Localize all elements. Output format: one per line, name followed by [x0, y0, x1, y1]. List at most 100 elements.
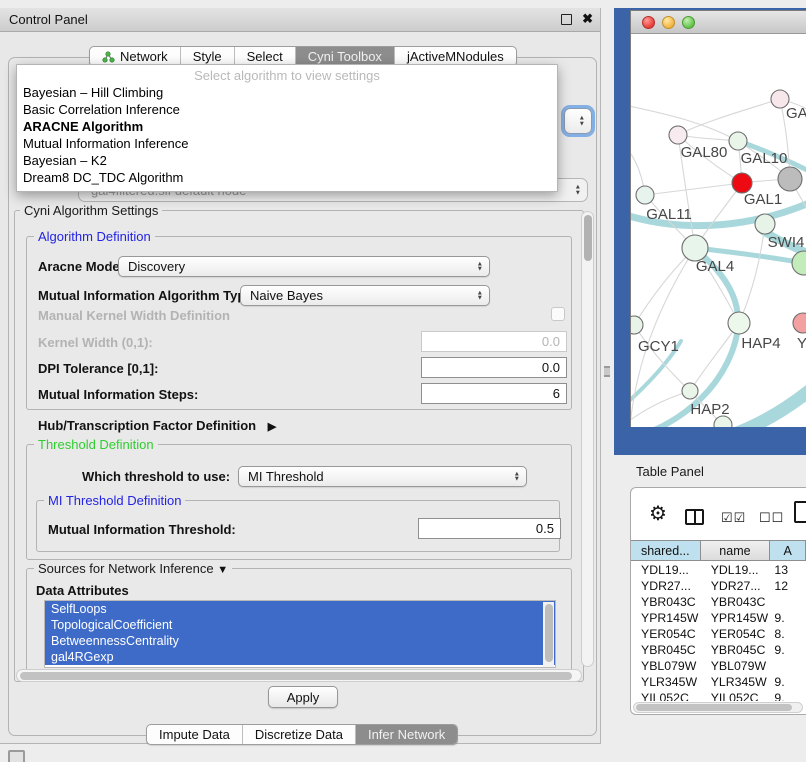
table-panel-title: Table Panel: [636, 464, 704, 479]
network-node[interactable]: [755, 214, 775, 234]
sources-title[interactable]: Sources for Network Inference ▼: [34, 561, 232, 576]
which-threshold-combobox[interactable]: MI Threshold ▲▼: [238, 466, 527, 487]
network-node[interactable]: [729, 132, 747, 150]
network-canvas[interactable]: GALGAL80GAL10GAL1GAL11SWI4GAL4GCY1HAP4YH…: [631, 34, 806, 427]
column-header-name[interactable]: name: [701, 541, 771, 560]
close-traffic-light[interactable]: [642, 16, 655, 29]
tab-infer-network[interactable]: Infer Network: [355, 725, 457, 744]
threshold-definition-title: Threshold Definition: [34, 437, 158, 452]
table-row[interactable]: YER054CYER054C8.: [631, 626, 806, 642]
gear-icon[interactable]: ⚙: [649, 504, 667, 524]
table-row[interactable]: YLR345WYLR345W9.: [631, 674, 806, 690]
network-node[interactable]: [669, 126, 687, 144]
close-icon[interactable]: ✖: [582, 11, 593, 27]
algorithm-dropdown-popup: Select algorithm to view settings Bayesi…: [16, 64, 558, 192]
table-cell: YLR345W: [631, 674, 701, 690]
table-header-row: shared... name A: [631, 540, 806, 561]
network-node-label: GAL11: [646, 206, 692, 223]
network-window-titlebar[interactable]: [631, 11, 806, 34]
table-horizontal-scrollbar[interactable]: [633, 702, 803, 713]
algorithm-definition-title: Algorithm Definition: [34, 229, 155, 244]
attribute-list-item[interactable]: gal4RGexp: [45, 649, 555, 665]
network-edge[interactable]: [634, 325, 690, 391]
table-cell: 12: [770, 578, 806, 594]
algorithm-option[interactable]: Dream8 DC_TDC Algorithm: [17, 169, 557, 186]
network-edge[interactable]: [645, 183, 742, 195]
table-row[interactable]: YDR27...YDR27...12: [631, 578, 806, 594]
table-cell: YDR27...: [631, 578, 701, 594]
attributes-scrollbar[interactable]: [543, 602, 554, 668]
table-row[interactable]: YIL052CYIL052C9.: [631, 690, 806, 701]
aracne-mode-label: Aracne Mode:: [38, 259, 124, 274]
algorithm-option[interactable]: Mutual Information Inference: [17, 135, 557, 152]
table-cell: YDR27...: [701, 578, 771, 594]
panel-splitter-grip[interactable]: [604, 366, 610, 377]
algorithm-option[interactable]: Bayesian – Hill Climbing: [17, 84, 557, 101]
document-icon[interactable]: [794, 501, 806, 523]
table-row[interactable]: YPR145WYPR145W9.: [631, 610, 806, 626]
zoom-traffic-light[interactable]: [682, 16, 695, 29]
network-edge[interactable]: [678, 99, 780, 135]
column-header-third[interactable]: A: [770, 541, 806, 560]
hub-section-toggle[interactable]: Hub/Transcription Factor Definition ▶: [38, 418, 276, 433]
network-edge[interactable]: [739, 224, 765, 323]
attribute-list-item[interactable]: BetweennessCentrality: [45, 633, 555, 649]
inference-algorithm-combobox-end[interactable]: ▲▼: [564, 108, 592, 134]
table-cell: 8.: [770, 626, 806, 642]
deselect-all-checkboxes-icon[interactable]: ☐☐: [759, 510, 784, 526]
network-node[interactable]: [636, 186, 654, 204]
settings-horizontal-scrollbar[interactable]: [16, 669, 582, 682]
algorithm-option[interactable]: Bayesian – K2: [17, 152, 557, 169]
attribute-list-item[interactable]: TopologicalCoefficient: [45, 617, 555, 633]
control-panel-window: Control Panel ✖ Network Style Select Cyn…: [0, 8, 601, 744]
network-node[interactable]: [732, 173, 752, 193]
tab-impute-data[interactable]: Impute Data: [147, 725, 242, 744]
network-node[interactable]: [792, 251, 806, 275]
mi-steps-field[interactable]: 6: [421, 383, 567, 404]
manual-kernel-checkbox[interactable]: [551, 307, 565, 321]
network-node[interactable]: [793, 313, 806, 333]
network-node-label: GCY1: [638, 338, 679, 355]
table-cell: [770, 594, 806, 610]
network-edge-highlighted[interactable]: [737, 391, 806, 427]
chevron-down-icon: ▼: [217, 564, 228, 576]
table-row[interactable]: YBR045CYBR045C9.: [631, 642, 806, 658]
attribute-list-item[interactable]: SelfLoops: [45, 601, 555, 617]
mi-steps-label: Mutual Information Steps:: [38, 387, 198, 402]
algorithm-option[interactable]: Basic Correlation Inference: [17, 101, 557, 118]
table-cell: YER054C: [701, 626, 771, 642]
screenshot-stage: Control Panel ✖ Network Style Select Cyn…: [0, 0, 806, 762]
algorithm-option[interactable]: ARACNE Algorithm: [17, 118, 557, 135]
column-header-shared-name[interactable]: shared...: [631, 541, 701, 560]
stepper-icon: ▲▼: [579, 116, 585, 127]
network-tab-icon: [102, 51, 115, 63]
mi-threshold-field[interactable]: 0.5: [418, 518, 561, 539]
table-row[interactable]: YDL19...YDL19...13: [631, 562, 806, 578]
network-node[interactable]: [682, 383, 698, 399]
minimize-traffic-light[interactable]: [662, 16, 675, 29]
dpi-tolerance-field[interactable]: 0.0: [421, 357, 567, 378]
network-node-label: HAP4: [741, 335, 780, 352]
dock-panel-icon[interactable]: [8, 750, 25, 762]
table-row[interactable]: YBR043CYBR043C: [631, 594, 806, 610]
kernel-width-field[interactable]: 0.0: [421, 331, 567, 352]
network-node[interactable]: [778, 167, 802, 191]
network-node-label: GAL1: [744, 191, 782, 208]
column-layout-icon[interactable]: [685, 509, 704, 525]
mi-threshold-label: Mutual Information Threshold:: [48, 522, 236, 537]
float-window-icon[interactable]: [561, 14, 572, 25]
table-cell: YBR043C: [631, 594, 701, 610]
mi-type-combobox[interactable]: Naive Bayes ▲▼: [240, 285, 490, 306]
network-edge[interactable]: [634, 248, 695, 325]
aracne-mode-combobox[interactable]: Discovery ▲▼: [118, 256, 490, 277]
network-node[interactable]: [631, 316, 643, 334]
network-node-label: GAL4: [696, 258, 734, 275]
data-attributes-list[interactable]: SelfLoopsTopologicalCoefficientBetweenne…: [44, 600, 556, 668]
settings-vertical-scrollbar[interactable]: [581, 211, 594, 667]
apply-button[interactable]: Apply: [268, 686, 338, 708]
table-row[interactable]: YBL079WYBL079W: [631, 658, 806, 674]
tab-discretize-data[interactable]: Discretize Data: [242, 725, 355, 744]
select-all-checkboxes-icon[interactable]: ☑☑: [721, 510, 746, 526]
table-cell: YIL052C: [631, 690, 701, 701]
network-node[interactable]: [728, 312, 750, 334]
